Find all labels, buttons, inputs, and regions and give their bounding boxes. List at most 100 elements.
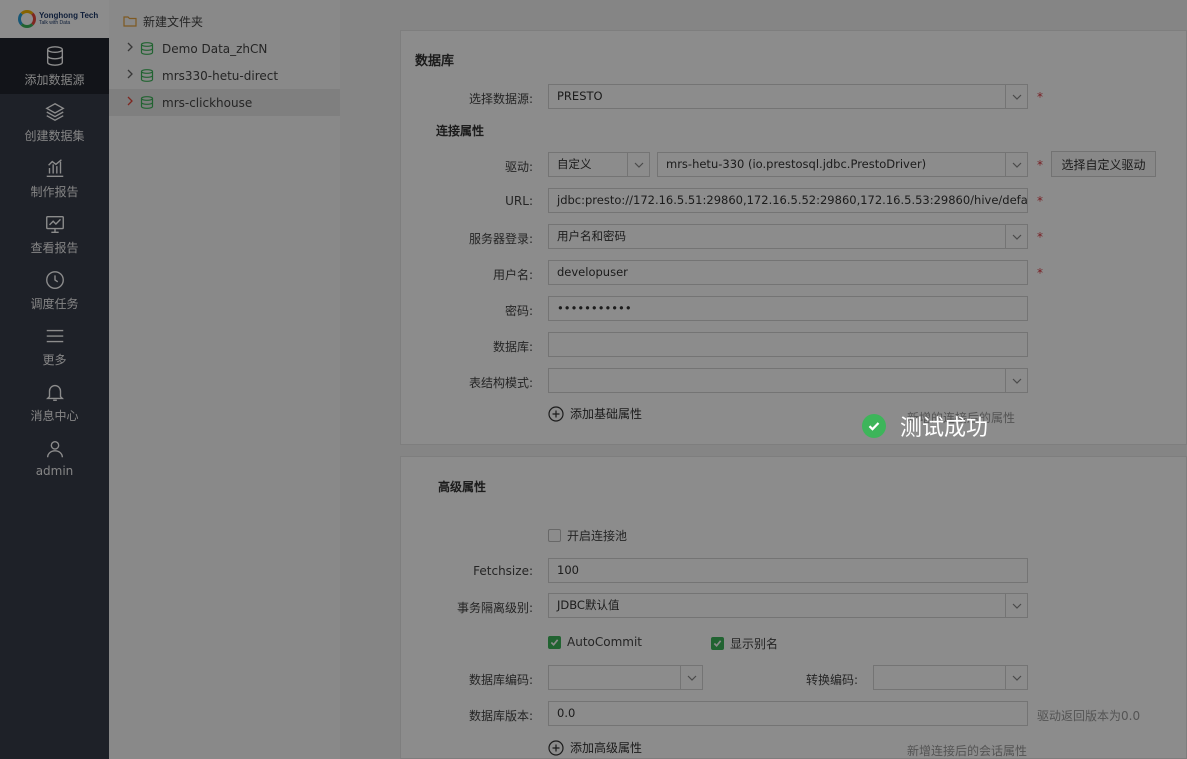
nav-label: 调度任务 [30, 296, 79, 311]
nav-create-dataset[interactable]: 创建数据集 [0, 94, 109, 150]
login-method-select[interactable]: 用户名和密码 [548, 224, 1028, 249]
password-input[interactable]: ••••••••••• [548, 296, 1028, 321]
database-icon [140, 69, 154, 82]
chevron-down-icon[interactable] [1005, 153, 1027, 176]
driver-type-value: 自定义 [557, 157, 592, 171]
chevron-down-icon[interactable] [680, 666, 702, 689]
convert-encoding-select[interactable] [873, 665, 1028, 690]
driver-type-select[interactable]: 自定义 [548, 152, 650, 177]
show-alias-label: 显示别名 [730, 637, 779, 651]
show-alias-checkbox[interactable]: 显示别名 [711, 635, 778, 652]
url-input[interactable]: jdbc:presto://172.16.5.51:29860,172.16.5… [548, 188, 1028, 213]
nav-admin[interactable]: admin [0, 430, 109, 486]
login-label: 服务器登录: [468, 232, 533, 246]
database-icon [140, 42, 154, 55]
chart-icon [46, 158, 63, 177]
checkbox-box[interactable] [548, 529, 561, 542]
success-toast: 测试成功 [862, 410, 988, 442]
isolation-value: JDBC默认值 [557, 598, 620, 612]
tree-item[interactable]: mrs330-hetu-direct [109, 62, 340, 89]
checkbox-checked[interactable] [548, 635, 561, 649]
main-sidebar: Yonghong Tech Talk with Data 添加数据源 创建数据集… [0, 0, 109, 759]
chevron-right-icon[interactable] [125, 96, 135, 109]
nav-label: 查看报告 [30, 240, 79, 255]
schema-select[interactable] [548, 368, 1028, 393]
logo-brand: Yonghong Tech [39, 11, 99, 20]
add-advanced-property-button[interactable]: 添加高级属性 [548, 739, 642, 756]
datasource-select[interactable]: PRESTO [548, 84, 1028, 109]
monitor-chart-icon [45, 215, 64, 233]
nav-label: 创建数据集 [24, 128, 85, 143]
new-folder-label: 新建文件夹 [143, 15, 204, 29]
nav-label: 添加数据源 [24, 72, 85, 87]
database-input[interactable] [548, 332, 1028, 357]
nav-label: 消息中心 [30, 408, 79, 423]
nav-view-report[interactable]: 查看报告 [0, 206, 109, 262]
chevron-down-icon[interactable] [1005, 369, 1027, 392]
database-icon [46, 45, 63, 66]
add-basic-property-button[interactable]: 添加基础属性 [548, 405, 642, 422]
add-advanced-label: 添加高级属性 [570, 741, 643, 755]
autocommit-checkbox[interactable]: AutoCommit [548, 635, 642, 649]
isolation-select[interactable]: JDBC默认值 [548, 593, 1028, 618]
logo-tagline: Talk with Data [39, 20, 71, 26]
required-mark: * [1037, 194, 1043, 208]
tree-item-label: Demo Data_zhCN [162, 41, 268, 56]
nav-schedule[interactable]: 调度任务 [0, 262, 109, 318]
connection-pool-checkbox[interactable]: 开启连接池 [548, 527, 627, 544]
chevron-down-icon[interactable] [1005, 85, 1027, 108]
chevron-right-icon[interactable] [125, 42, 135, 55]
isolation-label: 事务隔离级别: [456, 601, 533, 615]
required-mark: * [1037, 266, 1043, 280]
tree-item-label: mrs-clickhouse [162, 95, 253, 110]
nav-make-report[interactable]: 制作报告 [0, 150, 109, 206]
custom-driver-button[interactable]: 选择自定义驱动 [1051, 151, 1156, 177]
advanced-title: 高级属性 [438, 480, 487, 494]
convert-encoding-label: 转换编码: [805, 673, 858, 687]
username-label: 用户名: [492, 268, 533, 282]
layers-icon [44, 102, 65, 121]
schema-label: 表结构模式: [468, 376, 533, 390]
tree-item[interactable]: mrs-clickhouse [109, 89, 340, 116]
chevron-down-icon[interactable] [1005, 225, 1027, 248]
checkbox-checked[interactable] [711, 637, 724, 650]
db-encoding-select[interactable] [548, 665, 703, 690]
nav-add-datasource[interactable]: 添加数据源 [0, 38, 109, 94]
plus-circle-icon [548, 739, 564, 756]
source-label: 选择数据源: [468, 92, 533, 106]
fetchsize-input[interactable]: 100 [548, 558, 1028, 583]
chevron-down-icon[interactable] [1005, 594, 1027, 617]
advanced-panel: 高级属性 开启连接池 Fetchsize: 100 事务隔离级别: JDBC默认… [400, 456, 1187, 759]
session-hint: 新增连接后的会话属性 [907, 744, 1028, 758]
database-icon [140, 96, 154, 109]
nav-label: admin [35, 464, 74, 478]
user-icon [46, 440, 63, 458]
new-folder-button[interactable]: 新建文件夹 [109, 8, 340, 35]
chevron-right-icon[interactable] [125, 69, 135, 82]
folder-icon [123, 16, 137, 27]
nav-messages[interactable]: 消息中心 [0, 374, 109, 430]
chevron-down-icon[interactable] [1005, 666, 1027, 689]
tree-item-label: mrs330-hetu-direct [162, 68, 279, 83]
database-panel: 数据库 选择数据源: PRESTO * 连接属性 驱动: 自定义 mrs-het… [400, 30, 1187, 445]
db-version-input[interactable]: 0.0 [548, 701, 1028, 726]
autocommit-label: AutoCommit [567, 635, 642, 649]
username-input[interactable]: developuser [548, 260, 1028, 285]
version-hint: 驱动返回版本为0.0 [1037, 709, 1141, 723]
logo-mark-icon [18, 10, 36, 28]
nav-label: 制作报告 [30, 184, 79, 199]
datasource-value: PRESTO [557, 89, 603, 103]
db-encoding-label: 数据库编码: [468, 673, 533, 687]
menu-icon [46, 329, 63, 342]
url-label: URL: [505, 194, 533, 208]
nav-more[interactable]: 更多 [0, 318, 109, 374]
logo: Yonghong Tech Talk with Data [0, 0, 109, 38]
database-label: 数据库: [492, 340, 533, 354]
nav-label: 更多 [42, 352, 67, 367]
required-mark: * [1037, 90, 1043, 104]
chevron-down-icon[interactable] [627, 153, 649, 176]
plus-circle-icon [548, 405, 564, 422]
driver-select[interactable]: mrs-hetu-330 (io.prestosql.jdbc.PrestoDr… [657, 152, 1028, 177]
tree-item[interactable]: Demo Data_zhCN [109, 35, 340, 62]
required-mark: * [1037, 230, 1043, 244]
